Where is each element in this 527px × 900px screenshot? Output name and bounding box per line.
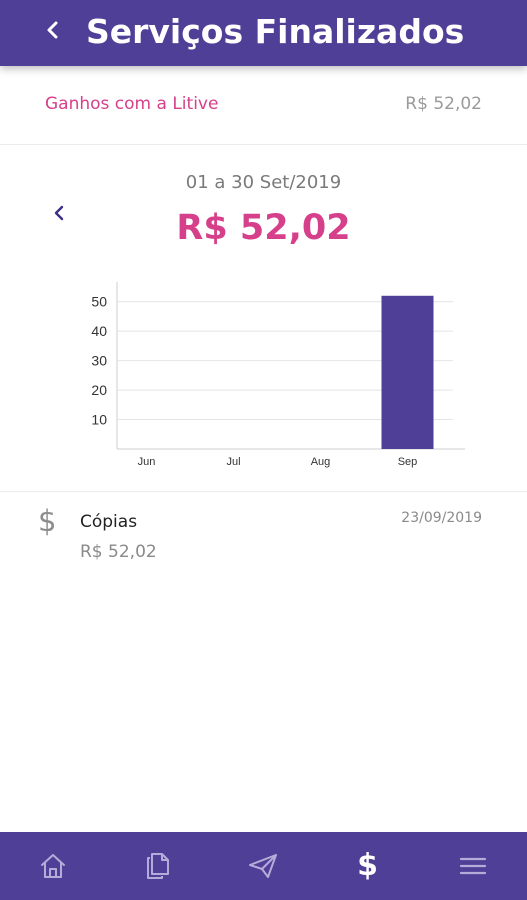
chevron-left-icon — [47, 21, 58, 39]
y-tick-label: 10 — [91, 412, 107, 428]
y-tick-label: 40 — [91, 323, 107, 339]
bar — [381, 295, 434, 449]
x-tick-label: Jun — [138, 456, 156, 468]
earnings-label: Ganhos com a Litive — [45, 94, 219, 114]
send-icon — [248, 854, 277, 878]
documents-icon — [146, 853, 169, 879]
y-tick-label: 20 — [91, 382, 107, 398]
back-button[interactable] — [36, 10, 70, 50]
x-tick-label: Sep — [398, 456, 418, 468]
x-tick-label: Aug — [311, 456, 331, 468]
dollar-icon: $ — [357, 848, 378, 883]
earnings-summary: Ganhos com a Litive R$ 52,02 — [0, 74, 527, 145]
divider — [0, 491, 527, 492]
dollar-icon: $ — [38, 504, 57, 538]
earnings-value: R$ 52,02 — [405, 94, 482, 114]
nav-home[interactable] — [0, 832, 105, 900]
transaction-name: Cópias — [80, 512, 138, 532]
y-tick-label: 30 — [91, 353, 107, 369]
period-total: R$ 52,02 — [176, 208, 351, 248]
menu-icon — [459, 857, 486, 875]
y-tick-label: 50 — [91, 294, 107, 310]
page-title: Serviços Finalizados — [86, 12, 465, 51]
transaction-item[interactable]: $ Cópias 23/09/2019 R$ 52,02 — [0, 500, 527, 576]
nav-finances[interactable]: $ — [315, 832, 420, 900]
earnings-chart: 10 20 30 40 50 Jun Jul Aug Sep — [91, 282, 465, 468]
nav-menu[interactable] — [420, 832, 525, 900]
nav-documents[interactable] — [105, 832, 210, 900]
home-icon — [40, 854, 65, 878]
transaction-amount: R$ 52,02 — [80, 542, 157, 562]
bottom-nav: $ — [0, 832, 527, 900]
app-bar: Serviços Finalizados — [0, 0, 527, 66]
nav-send[interactable] — [210, 832, 315, 900]
x-tick-label: Jul — [226, 456, 240, 468]
period-label: 01 a 30 Set/2019 — [185, 172, 342, 193]
transaction-date: 23/09/2019 — [401, 510, 482, 526]
